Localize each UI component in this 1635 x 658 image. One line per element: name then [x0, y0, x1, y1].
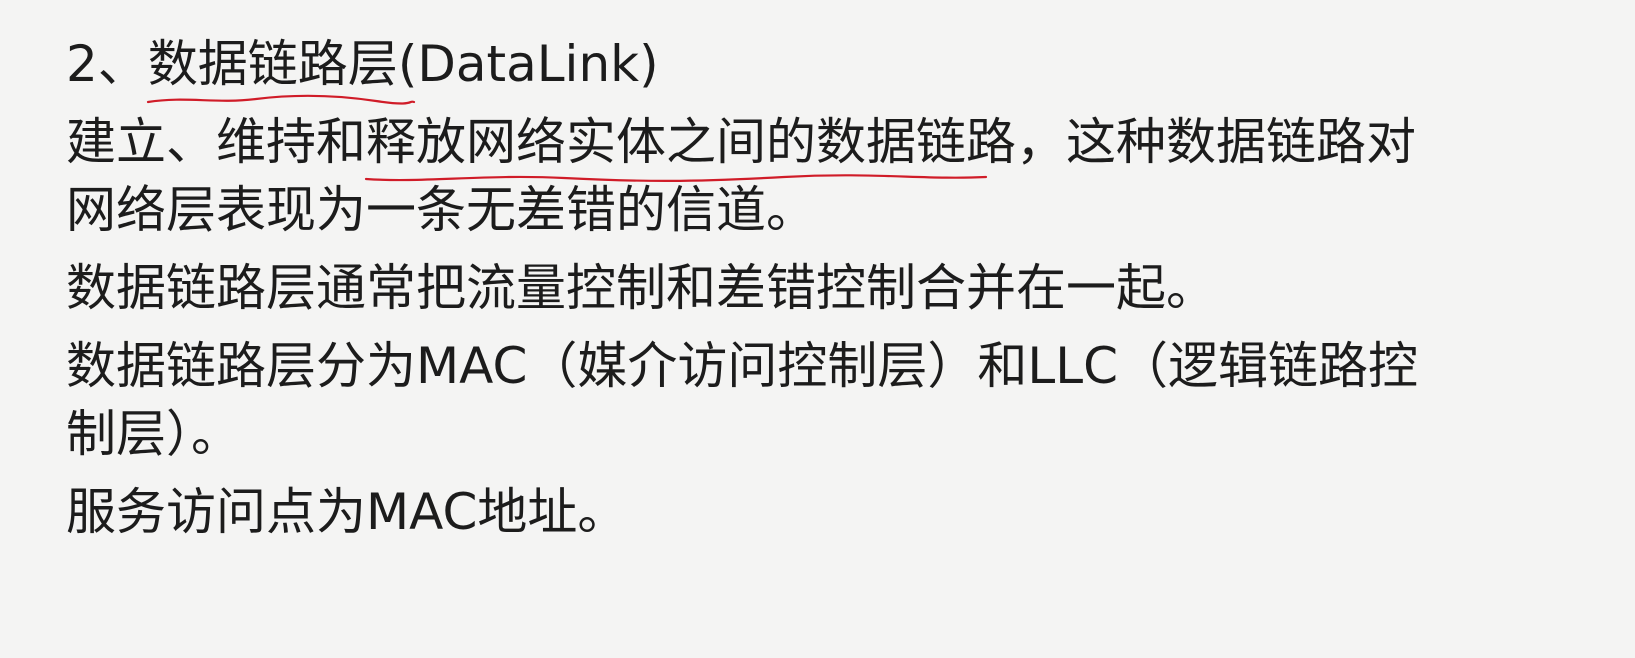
p1-underlined-phrase: 释放网络实体之间的数据链: [364, 108, 988, 182]
paragraph-3-line-1: 数据链路层分为MAC（媒介访问控制层）和LLC（逻辑链路控: [66, 337, 1419, 395]
heading-term-text: 数据链路层: [147, 35, 398, 93]
p1-text-end: 路，这种数据链路对: [966, 113, 1416, 171]
paragraph-2: 数据链路层通常把流量控制和差错控制合并在一起。: [66, 259, 1216, 317]
paragraph-3-line-2: 制层）。: [66, 405, 241, 463]
heading-number: 2、: [66, 35, 148, 93]
paragraph-4: 服务访问点为MAC地址。: [66, 483, 628, 541]
heading-english: (DataLink): [397, 35, 659, 93]
heading-underlined-term: 数据链路层: [146, 30, 415, 105]
paragraph-1-line-1: 建立、维持和释放网络实体之间的数据链 路，这种数据链路对: [66, 108, 1586, 182]
paragraph-1-line-2: 网络层表现为一条无差错的信道。: [66, 181, 816, 239]
section-heading: 2、数据链路层 (DataLink): [66, 30, 1586, 105]
slide-content: 2、数据链路层 (DataLink) 建立、维持和释放网络实体之间的数据链 路，这种…: [66, 30, 1586, 546]
p1-text-start: 建立、维持和: [66, 113, 366, 171]
p1-underlined-text: 释放网络实体之间的数据链: [366, 113, 966, 171]
